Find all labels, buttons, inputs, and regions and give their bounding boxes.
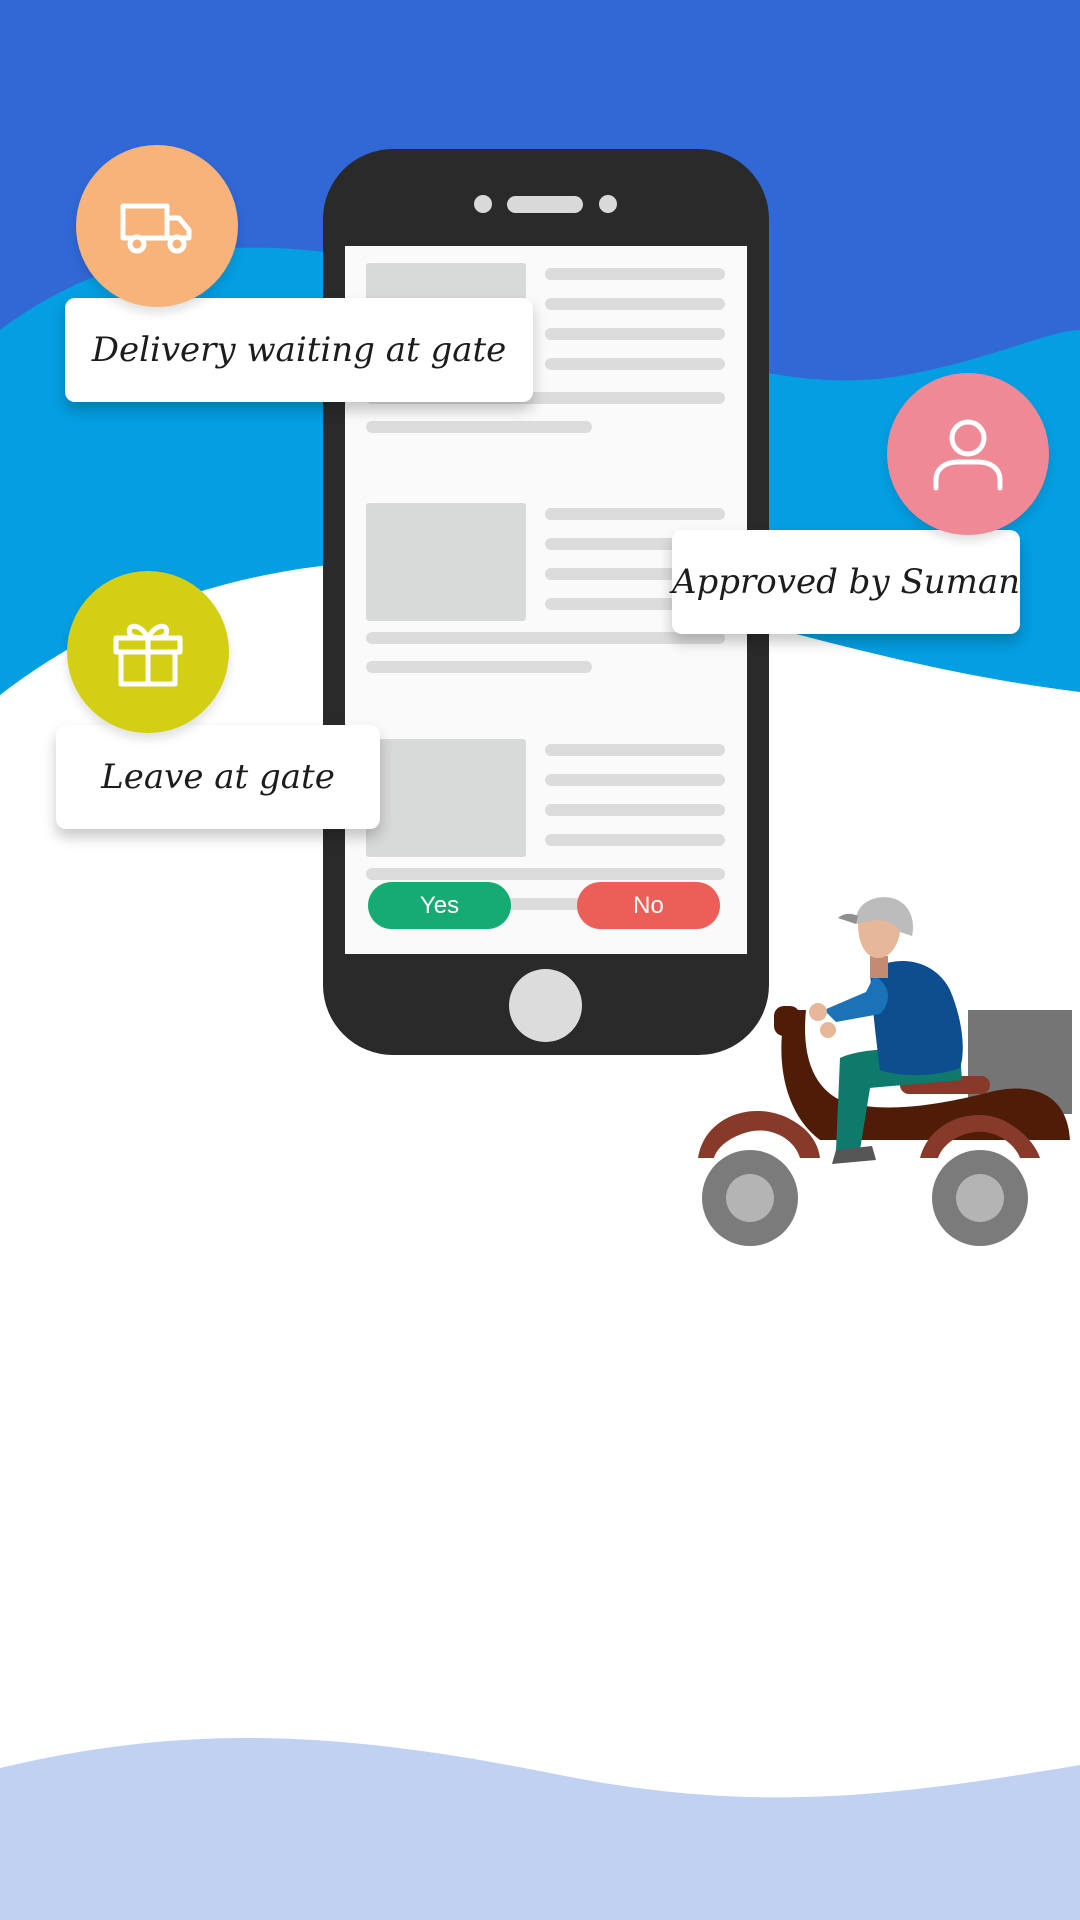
placeholder-line (366, 661, 592, 673)
delivery-icon-circle (76, 145, 238, 307)
yes-button[interactable]: Yes (368, 882, 511, 929)
phone-camera-dot (474, 195, 492, 213)
delivery-notification-text: Delivery waiting at gate (91, 330, 507, 370)
gift-icon (113, 623, 183, 687)
leave-notification-text: Leave at gate (101, 757, 335, 797)
placeholder-line (545, 804, 725, 816)
placeholder-line (545, 328, 725, 340)
approved-notification-card: Approved by Suman (672, 530, 1020, 634)
placeholder-image (366, 503, 526, 621)
truck-icon (120, 203, 192, 254)
placeholder-line (545, 774, 725, 786)
delivery-notification-card: Delivery waiting at gate (65, 298, 533, 402)
phone-sensor-dot (599, 195, 617, 213)
placeholder-line (366, 632, 725, 644)
placeholder-line (366, 421, 592, 433)
leave-icon-circle (67, 571, 229, 733)
approved-icon-circle (887, 373, 1049, 535)
placeholder-image (366, 739, 526, 857)
placeholder-line (545, 744, 725, 756)
phone-speaker (507, 196, 583, 213)
approved-notification-text: Approved by Suman (671, 562, 1021, 602)
placeholder-line (545, 834, 725, 846)
leave-notification-card: Leave at gate (56, 725, 380, 829)
placeholder-line (545, 508, 725, 520)
placeholder-line (545, 268, 725, 280)
delivery-rider-illustration (698, 897, 1072, 1246)
placeholder-line (545, 298, 725, 310)
placeholder-line (545, 358, 725, 370)
phone-home-button (509, 969, 582, 1042)
user-icon (933, 419, 1003, 491)
placeholder-line (366, 868, 725, 880)
